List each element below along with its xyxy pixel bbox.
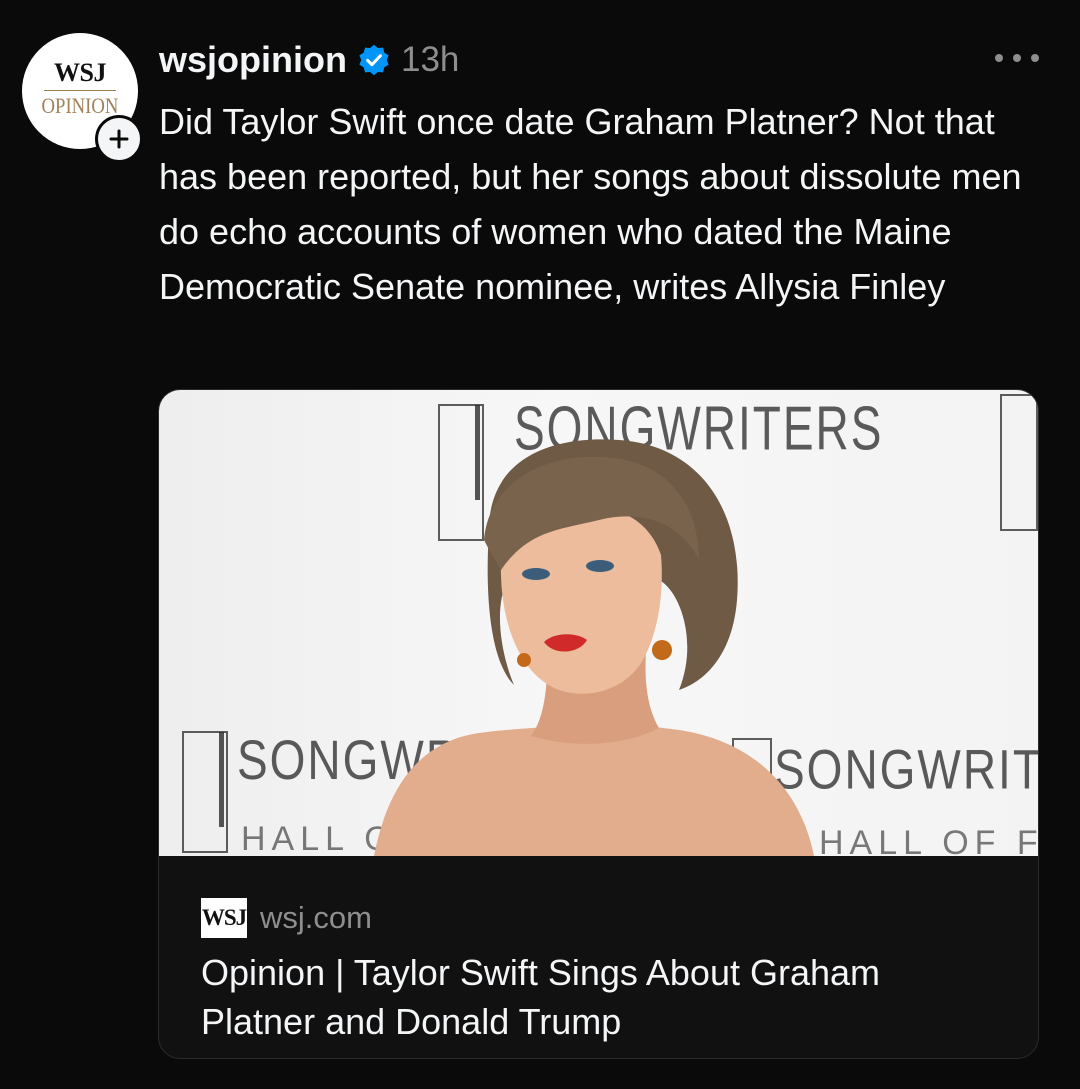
plus-icon: [109, 129, 129, 149]
thread-post: WSJ OPINION wsjopinion 13h Did Taylor Sw…: [0, 0, 1080, 1089]
more-dots-icon: [995, 54, 1003, 62]
backdrop-text-right: SONGWRITERS: [774, 738, 1038, 800]
avatar-divider: [44, 90, 116, 91]
source-logo: WSJ: [201, 898, 247, 938]
article-photo: SONGWRITERS SONGWRITERS SONGWRITERS HALL…: [159, 390, 1038, 856]
link-preview-card[interactable]: SONGWRITERS SONGWRITERS SONGWRITERS HALL…: [158, 389, 1039, 1059]
link-source: WSJ wsj.com: [201, 894, 372, 942]
avatar-wsj-wordmark: WSJ: [54, 58, 106, 87]
more-dots-icon: [1013, 54, 1021, 62]
verified-badge-icon: [359, 44, 389, 76]
backdrop-subtext-right: HALL OF FAME: [819, 824, 1038, 856]
post-timestamp: 13h: [400, 40, 460, 79]
more-dots-icon: [1031, 54, 1039, 62]
article-title: Opinion | Taylor Swift Sings About Graha…: [201, 952, 881, 1042]
follow-button[interactable]: [95, 115, 143, 163]
post-body-text: Did Taylor Swift once date Graham Platne…: [159, 101, 1022, 307]
photo-illustration: SONGWRITERS SONGWRITERS SONGWRITERS HALL…: [182, 394, 1038, 856]
post-header: wsjopinion 13h: [159, 38, 459, 82]
more-options-button[interactable]: [995, 46, 1039, 70]
username-link[interactable]: wsjopinion: [159, 39, 347, 81]
source-domain: wsj.com: [260, 900, 372, 935]
